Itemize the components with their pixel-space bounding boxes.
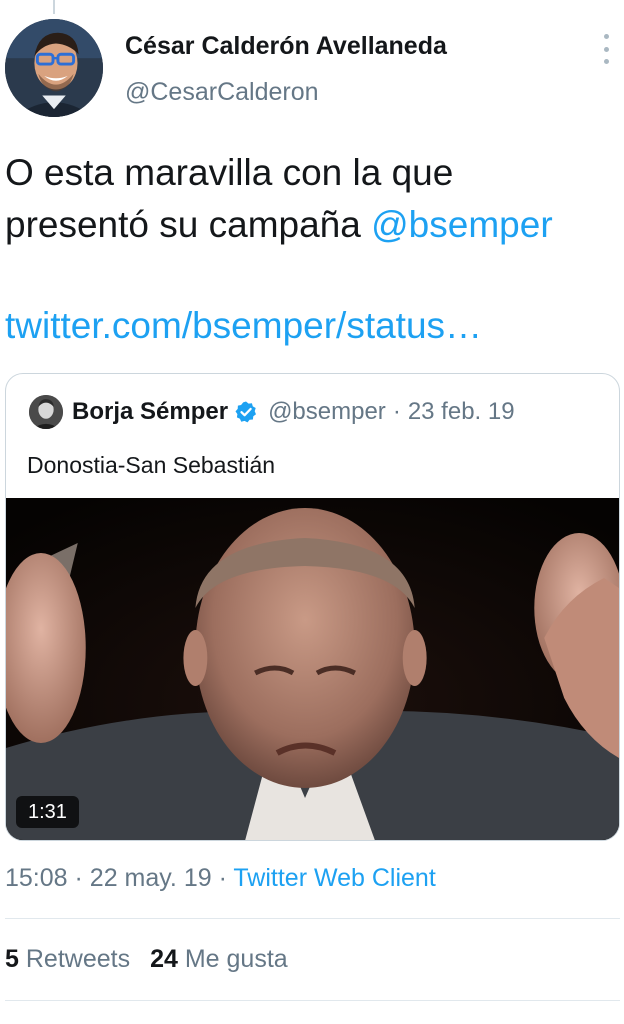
separator-dot: · <box>392 398 401 425</box>
author-avatar[interactable] <box>5 19 103 117</box>
quoted-avatar-image <box>29 395 63 429</box>
tweet-text: O esta maravilla con la que presentó su … <box>5 147 615 251</box>
verified-badge-icon <box>235 401 257 423</box>
tweet-text-line: O esta maravilla con la que <box>5 152 454 193</box>
quoted-tweet-header: Borja Sémper @bsemper · 23 feb. 19 <box>29 394 515 430</box>
tweet-client-link[interactable]: Twitter Web Client <box>233 864 435 892</box>
video-thumbnail <box>6 498 619 840</box>
likes-count: 24 <box>150 945 178 973</box>
divider <box>5 918 620 919</box>
quoted-author-handle[interactable]: @bsemper <box>268 398 386 426</box>
tweet-text-line: presentó su campaña @bsemper <box>5 199 615 251</box>
author-avatar-image <box>5 19 103 117</box>
quoted-tweet-card[interactable]: Borja Sémper @bsemper · 23 feb. 19 Donos… <box>5 373 620 841</box>
status-link[interactable]: twitter.com/bsemper/status… <box>5 300 482 352</box>
quoted-author-avatar[interactable] <box>29 395 63 429</box>
retweets-stat[interactable]: 5 Retweets <box>5 945 130 973</box>
mention-link[interactable]: @bsemper <box>371 204 553 245</box>
separator-dot: · <box>74 864 83 892</box>
tweet-date[interactable]: 22 may. 19 <box>90 864 212 892</box>
more-options-button[interactable] <box>594 34 618 64</box>
likes-stat[interactable]: 24 Me gusta <box>150 945 288 973</box>
retweets-count: 5 <box>5 945 19 973</box>
thread-connector-line <box>53 0 55 14</box>
tweet-stats: 5 Retweets 24 Me gusta <box>5 945 288 974</box>
more-vertical-icon <box>603 34 609 39</box>
separator-dot: · <box>218 864 227 892</box>
retweets-label: Retweets <box>25 945 131 973</box>
tweet-metadata: 15:08 · 22 may. 19 · Twitter Web Client <box>5 864 436 893</box>
quoted-author-name[interactable]: Borja Sémper <box>72 398 228 426</box>
tweet-time[interactable]: 15:08 <box>5 864 68 892</box>
author-name[interactable]: César Calderón Avellaneda <box>125 32 447 61</box>
author-handle[interactable]: @CesarCalderon <box>125 78 319 107</box>
quoted-tweet-date[interactable]: 23 feb. 19 <box>408 398 515 426</box>
video-duration-badge: 1:31 <box>16 796 79 828</box>
tweet-text-segment: presentó su campaña <box>5 204 372 245</box>
video-player[interactable]: 1:31 <box>6 498 619 840</box>
likes-label: Me gusta <box>184 945 288 973</box>
quoted-tweet-text: Donostia-San Sebastián <box>27 452 276 478</box>
divider <box>5 1000 620 1001</box>
